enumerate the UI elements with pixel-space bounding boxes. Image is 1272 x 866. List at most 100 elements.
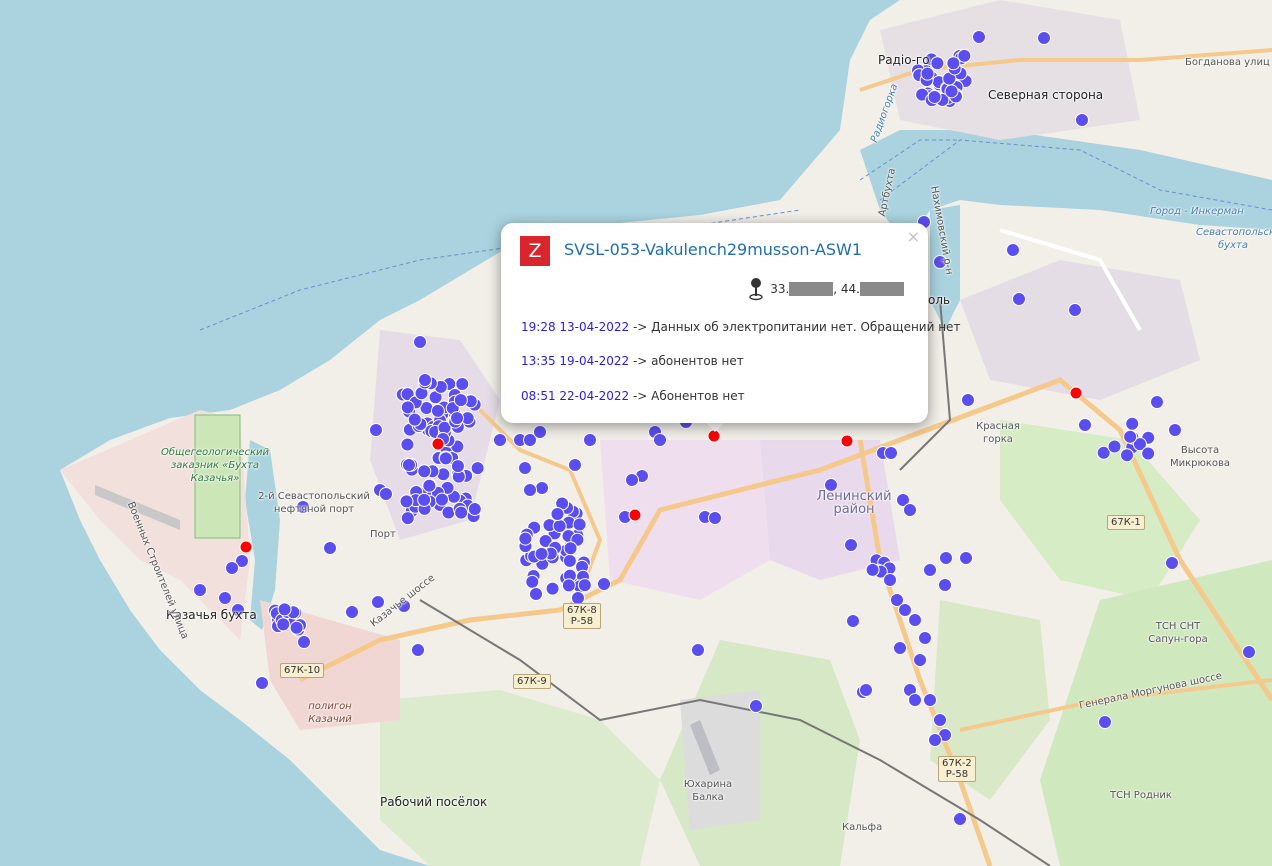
device-marker[interactable] bbox=[583, 433, 597, 447]
device-marker[interactable] bbox=[893, 641, 907, 655]
device-marker[interactable] bbox=[323, 541, 337, 555]
device-marker[interactable] bbox=[225, 561, 239, 575]
device-marker[interactable] bbox=[218, 591, 232, 605]
device-marker[interactable] bbox=[972, 30, 986, 44]
device-marker[interactable] bbox=[1150, 395, 1164, 409]
device-marker[interactable] bbox=[859, 683, 873, 697]
device-marker[interactable] bbox=[450, 459, 465, 474]
device-marker[interactable] bbox=[865, 562, 880, 577]
device-marker[interactable] bbox=[255, 676, 269, 690]
device-marker[interactable] bbox=[939, 551, 953, 565]
device-marker[interactable] bbox=[276, 617, 291, 632]
device-marker[interactable] bbox=[903, 503, 917, 517]
device-marker[interactable] bbox=[938, 578, 952, 592]
device-marker[interactable] bbox=[418, 373, 432, 387]
device-marker[interactable] bbox=[523, 483, 537, 497]
device-marker[interactable] bbox=[535, 481, 549, 495]
device-marker[interactable] bbox=[434, 492, 449, 507]
device-marker[interactable] bbox=[379, 487, 393, 501]
alarm-marker[interactable] bbox=[1069, 386, 1083, 400]
device-marker[interactable] bbox=[518, 531, 533, 546]
device-marker[interactable] bbox=[625, 473, 639, 487]
device-marker[interactable] bbox=[518, 461, 532, 475]
device-marker[interactable] bbox=[417, 492, 432, 507]
device-marker[interactable] bbox=[1107, 439, 1122, 454]
device-marker[interactable] bbox=[1141, 446, 1156, 461]
device-marker[interactable] bbox=[470, 461, 485, 476]
device-marker[interactable] bbox=[749, 699, 763, 713]
device-marker[interactable] bbox=[493, 433, 507, 447]
device-marker[interactable] bbox=[908, 693, 922, 707]
device-marker[interactable] bbox=[534, 546, 549, 561]
device-marker[interactable] bbox=[438, 451, 453, 466]
device-marker[interactable] bbox=[399, 494, 414, 509]
device-marker[interactable] bbox=[1125, 416, 1140, 431]
device-marker[interactable] bbox=[597, 577, 611, 591]
device-marker[interactable] bbox=[908, 613, 922, 627]
device-marker[interactable] bbox=[1075, 113, 1089, 127]
device-marker[interactable] bbox=[417, 464, 432, 479]
device-marker[interactable] bbox=[345, 605, 359, 619]
alarm-marker[interactable] bbox=[840, 434, 854, 448]
device-marker[interactable] bbox=[1078, 418, 1092, 432]
device-marker[interactable] bbox=[401, 457, 416, 472]
device-marker[interactable] bbox=[691, 643, 705, 657]
device-marker[interactable] bbox=[407, 412, 422, 427]
device-marker[interactable] bbox=[846, 614, 860, 628]
device-marker[interactable] bbox=[455, 377, 470, 392]
popup-close-button[interactable]: × bbox=[907, 227, 920, 246]
device-marker[interactable] bbox=[1037, 31, 1051, 45]
device-marker[interactable] bbox=[1168, 423, 1182, 437]
device-marker[interactable] bbox=[568, 458, 582, 472]
device-marker[interactable] bbox=[708, 511, 722, 525]
device-marker[interactable] bbox=[918, 631, 932, 645]
device-marker[interactable] bbox=[193, 583, 207, 597]
device-marker[interactable] bbox=[927, 89, 942, 104]
device-marker[interactable] bbox=[453, 393, 468, 408]
device-marker[interactable] bbox=[369, 423, 383, 437]
device-marker[interactable] bbox=[562, 553, 577, 568]
device-marker[interactable] bbox=[545, 581, 560, 596]
device-marker[interactable] bbox=[577, 578, 592, 593]
device-marker[interactable] bbox=[1068, 303, 1082, 317]
device-marker[interactable] bbox=[467, 502, 482, 517]
map-view[interactable]: Радіо-го Северная сторона Богданова улиц… bbox=[0, 0, 1272, 866]
device-marker[interactable] bbox=[653, 433, 667, 447]
device-marker[interactable] bbox=[944, 84, 959, 99]
device-marker[interactable] bbox=[920, 66, 935, 81]
device-marker[interactable] bbox=[413, 335, 427, 349]
device-marker[interactable] bbox=[371, 595, 385, 609]
device-marker[interactable] bbox=[1120, 448, 1135, 463]
device-marker[interactable] bbox=[959, 551, 973, 565]
device-marker[interactable] bbox=[400, 437, 415, 452]
device-marker[interactable] bbox=[454, 505, 469, 520]
device-marker[interactable] bbox=[933, 713, 947, 727]
device-marker[interactable] bbox=[289, 620, 304, 635]
device-marker[interactable] bbox=[533, 425, 547, 439]
device-marker[interactable] bbox=[1098, 715, 1112, 729]
device-marker[interactable] bbox=[400, 511, 415, 526]
alarm-marker[interactable] bbox=[239, 540, 253, 554]
device-popup[interactable]: × Z SVSL-053-Vakulench29musson-ASW1 33. … bbox=[501, 223, 960, 423]
alarm-marker[interactable] bbox=[628, 508, 642, 522]
device-marker[interactable] bbox=[572, 517, 587, 532]
device-marker[interactable] bbox=[928, 733, 942, 747]
device-marker[interactable] bbox=[552, 518, 567, 533]
map-tiles[interactable] bbox=[0, 0, 1272, 866]
device-title-link[interactable]: SVSL-053-Vakulench29musson-ASW1 bbox=[564, 240, 862, 259]
device-marker[interactable] bbox=[1123, 429, 1138, 444]
device-marker[interactable] bbox=[411, 643, 425, 657]
device-marker[interactable] bbox=[883, 573, 897, 587]
device-marker[interactable] bbox=[913, 653, 927, 667]
device-marker[interactable] bbox=[953, 812, 967, 826]
device-marker[interactable] bbox=[961, 393, 975, 407]
device-marker[interactable] bbox=[884, 446, 898, 460]
device-marker[interactable] bbox=[529, 587, 543, 601]
device-marker[interactable] bbox=[844, 538, 858, 552]
device-marker[interactable] bbox=[450, 411, 465, 426]
device-marker[interactable] bbox=[400, 400, 415, 415]
device-marker[interactable] bbox=[923, 693, 937, 707]
device-marker[interactable] bbox=[422, 478, 437, 493]
device-marker[interactable] bbox=[277, 602, 292, 617]
device-marker[interactable] bbox=[561, 578, 576, 593]
